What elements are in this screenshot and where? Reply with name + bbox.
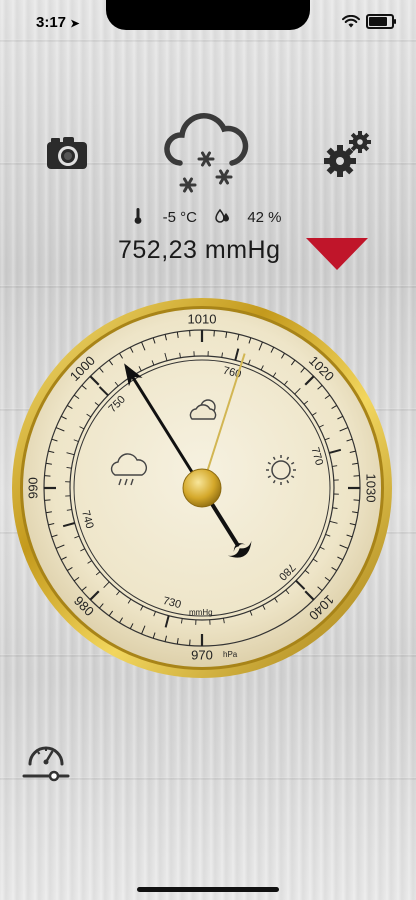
calibrate-button[interactable] [22, 738, 70, 787]
humidity-icon [215, 208, 231, 228]
hpa-label: 1030 [364, 474, 379, 503]
settings-button[interactable] [322, 130, 374, 185]
weather-readout: -5 °C 42 % [0, 208, 416, 228]
hpa-label: 1010 [188, 311, 217, 326]
gauge-calibrate-icon [22, 746, 70, 782]
mmhg-unit-label: mmHg [189, 608, 213, 617]
snow-cloud-icon [164, 113, 249, 193]
camera-icon [47, 137, 87, 169]
home-indicator [137, 887, 279, 892]
humidity-value: 42 % [247, 209, 282, 226]
barometer-gauge: 9709809901000101010201030104073074075076… [12, 298, 392, 678]
location-arrow-icon: ➤ [70, 18, 80, 30]
thermometer-icon [134, 208, 142, 228]
wifi-icon [342, 15, 360, 28]
pressure-value: 752,23 mmHg [118, 236, 281, 264]
hpa-label: 970 [191, 647, 213, 662]
gears-icon [324, 131, 371, 177]
hpa-unit-label: hPa [223, 650, 238, 659]
battery-icon [366, 14, 396, 29]
trend-down-arrow-icon [306, 238, 368, 270]
weather-condition [160, 105, 252, 206]
status-indicators [342, 14, 396, 29]
temperature-value: -5 °C [162, 209, 197, 226]
device-notch [106, 0, 310, 30]
status-time: 3:17 ➤ [36, 14, 80, 31]
camera-button[interactable] [46, 136, 88, 175]
hpa-label: 990 [25, 477, 40, 499]
needle-hub [182, 468, 222, 508]
